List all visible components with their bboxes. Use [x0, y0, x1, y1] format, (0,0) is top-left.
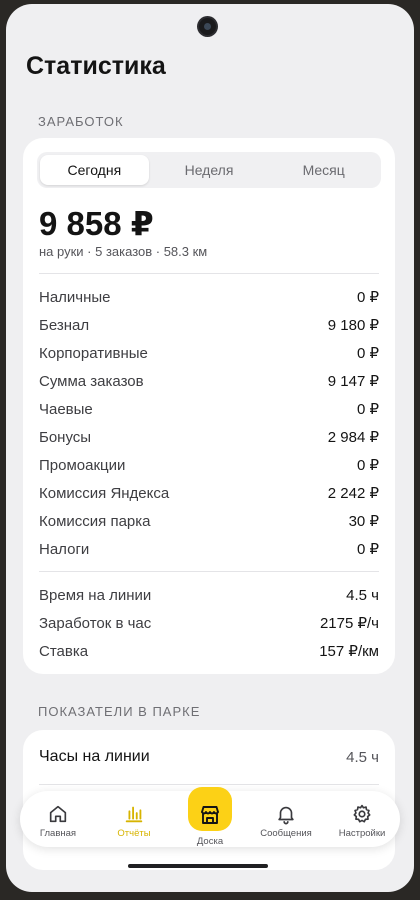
breakdown-row-taxes: Налоги 0 ₽ — [39, 535, 379, 563]
breakdown-row-promos: Промоакции 0 ₽ — [39, 451, 379, 479]
row-label: Время на линии — [39, 586, 152, 604]
tab-label: Главная — [39, 828, 77, 839]
bottom-tab-bar: Главная Отчёты Доска Сообщения Настройки — [20, 787, 400, 847]
row-label: Комиссия парка — [39, 512, 151, 530]
breakdown-row-tips: Чаевые 0 ₽ — [39, 395, 379, 423]
bell-icon — [278, 806, 294, 825]
row-value: 0 ₽ — [356, 345, 379, 362]
earnings-breakdown: Наличные 0 ₽ Безнал 9 180 ₽ Корпоративные 0… — [39, 283, 379, 563]
page-title: Статистика — [26, 52, 166, 80]
row-value: 157 ₽/км — [319, 643, 379, 660]
row-label: Часы на линии — [39, 748, 150, 765]
breakdown-row-cashless: Безнал 9 180 ₽ — [39, 311, 379, 339]
row-value: 2 242 ₽ — [327, 485, 379, 502]
tab-reports[interactable]: Отчёты — [96, 791, 172, 847]
row-value: 0 ₽ — [356, 457, 379, 474]
row-label: Бонусы — [39, 428, 92, 446]
row-label: Чаевые — [39, 400, 93, 418]
row-label: Налоги — [39, 540, 90, 558]
storefront-icon — [201, 806, 219, 824]
earnings-card: Сегодня Неделя Месяц 9 858 ₽ на руки · 5… — [23, 138, 395, 674]
home-icon — [49, 805, 67, 823]
tab-board[interactable]: Доска — [172, 787, 248, 847]
row-label: Безнал — [39, 316, 90, 334]
divider — [39, 571, 379, 572]
tab-messages[interactable]: Сообщения — [248, 791, 324, 847]
park-row-online-hours: Часы на линии 4.5 ч — [39, 746, 379, 768]
row-label: Наличные — [39, 288, 111, 306]
park-section-label: ПОКАЗАТЕЛИ В ПАРКЕ — [38, 704, 201, 719]
row-label: Комиссия Яндекса — [39, 484, 170, 502]
home-indicator[interactable] — [128, 864, 268, 868]
row-value: 4.5 ч — [346, 586, 379, 604]
row-value: 9 147 ₽ — [327, 373, 379, 390]
tab-settings[interactable]: Настройки — [324, 791, 400, 847]
tab-label: Сообщения — [260, 828, 312, 839]
row-value: 2175 ₽/ч — [319, 615, 379, 632]
front-camera — [199, 18, 216, 35]
row-value: 30 ₽ — [348, 513, 379, 530]
divider — [39, 784, 379, 785]
row-value: 0 ₽ — [356, 289, 379, 306]
breakdown-row-park-fee: Комиссия парка 30 ₽ — [39, 507, 379, 535]
earnings-metrics: Время на линии 4.5 ч Заработок в час 2175 … — [39, 581, 379, 665]
tab-label: Доска — [196, 836, 224, 847]
row-value: 0 ₽ — [356, 541, 379, 558]
breakdown-row-yandex-fee: Комиссия Яндекса 2 242 ₽ — [39, 479, 379, 507]
divider — [39, 273, 379, 274]
metric-row-rate: Ставка 157 ₽/км — [39, 637, 379, 665]
board-fab[interactable] — [188, 787, 232, 831]
tab-label: Отчёты — [117, 828, 151, 839]
earnings-section-label: ЗАРАБОТОК — [38, 114, 124, 129]
row-label: Корпоративные — [39, 344, 148, 362]
breakdown-row-cash: Наличные 0 ₽ — [39, 283, 379, 311]
row-value: 4.5 ч — [346, 748, 379, 766]
row-value: 0 ₽ — [356, 401, 379, 418]
total-earnings: 9 858 ₽ — [39, 205, 154, 242]
tab-home[interactable]: Главная — [20, 791, 96, 847]
breakdown-row-corporate: Корпоративные 0 ₽ — [39, 339, 379, 367]
row-label: Заработок в час — [39, 614, 152, 632]
earnings-summary: на руки · 5 заказов · 58.3 км — [39, 244, 208, 259]
breakdown-row-bonuses: Бонусы 2 984 ₽ — [39, 423, 379, 451]
period-switcher: Сегодня Неделя Месяц — [37, 152, 381, 188]
period-week-tab[interactable]: Неделя — [155, 155, 264, 185]
breakdown-row-orders-sum: Сумма заказов 9 147 ₽ — [39, 367, 379, 395]
bar-chart-icon — [125, 806, 143, 823]
gear-icon — [353, 804, 371, 823]
metric-row-hourly: Заработок в час 2175 ₽/ч — [39, 609, 379, 637]
row-label: Ставка — [39, 642, 89, 660]
phone-screen: Статистика ЗАРАБОТОК Сегодня Неделя Меся… — [6, 4, 414, 892]
row-label: Промоакции — [39, 456, 126, 474]
row-value: 9 180 ₽ — [327, 317, 379, 334]
period-month-tab[interactable]: Месяц — [269, 155, 378, 185]
row-label: Сумма заказов — [39, 372, 144, 390]
period-today-tab[interactable]: Сегодня — [40, 155, 149, 185]
row-value: 2 984 ₽ — [327, 429, 379, 446]
metric-row-online-time: Время на линии 4.5 ч — [39, 581, 379, 609]
tab-label: Настройки — [338, 828, 386, 839]
